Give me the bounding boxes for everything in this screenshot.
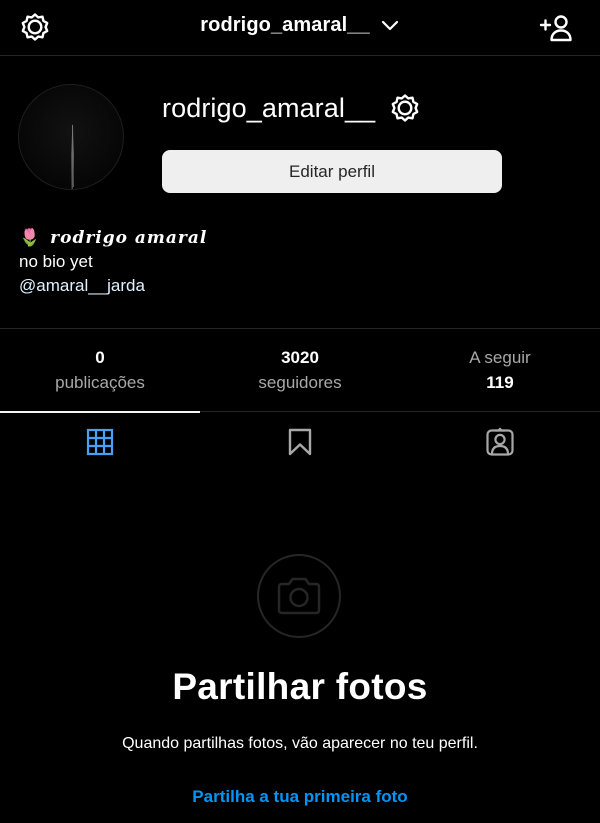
full-name: 𝒓𝒐𝒅𝒓𝒊𝒈𝒐 𝒂𝒎𝒂𝒓𝒂𝒍 — [50, 228, 208, 248]
tulip-emoji: 🌷 — [19, 228, 41, 247]
followers-label: seguidores — [258, 373, 342, 392]
tab-tagged[interactable] — [400, 411, 600, 473]
tab-posts-grid[interactable] — [0, 411, 200, 473]
profile-name-row: rodrigo_amaral__ — [162, 92, 421, 124]
avatar-image — [71, 123, 74, 189]
posts-label: publicações — [55, 373, 145, 392]
share-first-photo-link: Partilha a tua primeira foto — [0, 787, 600, 807]
account-switcher[interactable]: rodrigo_amaral__ — [190, 14, 410, 37]
bio-text: no bio yet — [19, 252, 93, 271]
add-user-icon — [539, 15, 572, 42]
chevron-down-icon — [381, 20, 398, 30]
stat-following[interactable]: A seguir 119 — [400, 329, 600, 411]
stat-posts[interactable]: 0 publicações — [0, 329, 200, 411]
profile-username: rodrigo_amaral__ — [162, 92, 376, 123]
following-label: A seguir — [469, 348, 531, 367]
empty-state-subtitle: Quando partilhas fotos, vão aparecer no … — [122, 735, 478, 752]
empty-state-camera — [257, 554, 341, 638]
full-name-row: 🌷 𝒓𝒐𝒅𝒓𝒊𝒈𝒐 𝒂𝒎𝒂𝒓𝒂𝒍 — [19, 226, 207, 250]
following-count: 119 — [486, 373, 514, 392]
empty-state-title: Partilhar fotos — [172, 666, 428, 707]
stat-followers[interactable]: 3020 seguidores — [200, 329, 400, 411]
followers-count: 3020 — [281, 348, 319, 367]
profile-stats: 0 publicações 3020 seguidores A seguir 1… — [0, 328, 600, 412]
settings-gear-icon — [391, 94, 419, 122]
add-user-button[interactable] — [538, 11, 574, 45]
top-navigation-bar: rodrigo_amaral__ — [0, 0, 600, 56]
posts-count: 0 — [95, 348, 105, 367]
tab-saved[interactable] — [200, 411, 400, 473]
bio-mention-link[interactable]: @amaral__jarda — [19, 274, 207, 298]
settings-gear-icon — [21, 13, 49, 41]
grid-icon — [86, 428, 114, 456]
profile-options-button[interactable] — [389, 92, 421, 124]
camera-icon — [277, 577, 321, 615]
settings-button[interactable] — [18, 10, 52, 44]
profile-bio: 🌷 𝒓𝒐𝒅𝒓𝒊𝒈𝒐 𝒂𝒎𝒂𝒓𝒂𝒍 no bio yet @amaral__jar… — [19, 226, 207, 298]
profile-avatar[interactable] — [18, 84, 124, 190]
top-username: rodrigo_amaral__ — [200, 14, 370, 36]
edit-profile-button[interactable]: Editar perfil — [162, 150, 502, 193]
profile-tabs — [0, 411, 600, 473]
bookmark-icon — [288, 428, 312, 456]
share-first-photo-link-text[interactable]: Partilha a tua primeira foto — [192, 787, 407, 806]
tagged-person-icon — [486, 427, 514, 456]
